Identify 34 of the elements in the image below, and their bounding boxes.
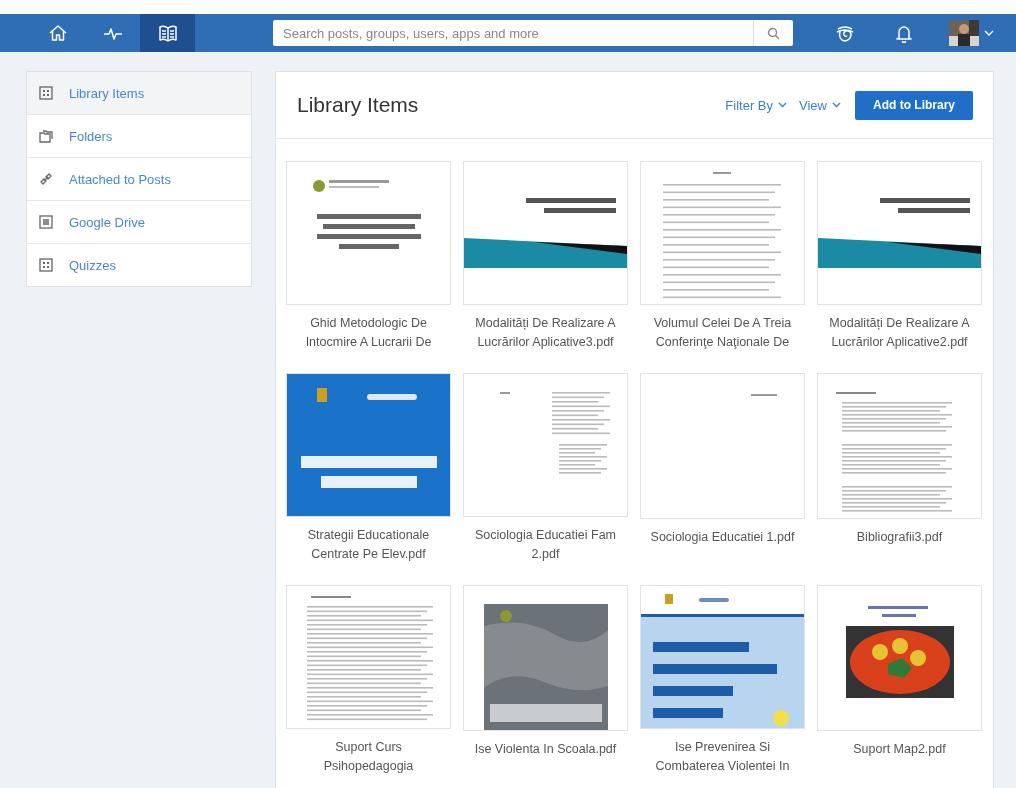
dropdown-button[interactable]: View [799,97,841,113]
house-icon[interactable] [47,23,68,43]
search-field[interactable]: Search posts, groups, users, apps and more [273,20,753,46]
search-button[interactable] [753,20,793,46]
open-book-icon[interactable] [157,23,178,43]
file-name[interactable]: Suport Curs Psihopedagogia [293,738,444,776]
caret-icon[interactable] [832,102,841,108]
file-name[interactable]: Volumul Celei De A Treia Conferinţe Naţionale De [647,314,798,352]
file-name[interactable]: Ise Prevenirea Si Combaterea Violentei In [647,738,798,776]
file-name[interactable]: Ise Violenta In Scoala.pdf [470,740,621,759]
file-name[interactable]: Suport Map2.pdf [824,740,975,759]
folders-icon[interactable] [39,129,53,143]
caret-icon[interactable] [778,102,788,108]
document-icon[interactable] [39,215,53,229]
file-name[interactable]: Modalități De Realizare A Lucrărilor Aplicative2.pdf [824,314,975,352]
file-name[interactable]: Strategii Educationale Centrate Pe Elev.pdf [293,526,444,564]
page-title: Library Items [297,93,419,117]
file-name[interactable]: Modalități De Realizare A Lucrărilor Aplicative3.pdf [470,314,621,352]
sidebar-item[interactable]: Google Drive [27,200,251,243]
link-icon[interactable] [39,172,53,186]
add-button[interactable]: Add to Library [855,90,973,120]
grid-icon[interactable] [39,86,53,100]
grid-icon[interactable] [39,258,53,272]
file-name[interactable]: Bibliografii3.pdf [824,528,975,547]
sidebar-item[interactable]: Attached to Posts [27,157,251,200]
file-name[interactable]: Sociologia Educatiei 1.pdf [647,528,798,547]
dropdown-button[interactable]: Filter By [725,97,788,113]
sidebar-item[interactable]: Quizzes [27,243,251,286]
sidebar-item[interactable]: Library Items [27,72,251,114]
sidebar-item[interactable]: Folders [27,114,251,157]
file-name[interactable]: Sociologia Educatiei Fam 2.pdf [470,526,621,564]
search-icon[interactable] [767,26,780,40]
file-name[interactable]: Ghid Metodologic De Intocmire A Lucrarii De [293,314,444,352]
nav-tab[interactable] [140,14,195,52]
